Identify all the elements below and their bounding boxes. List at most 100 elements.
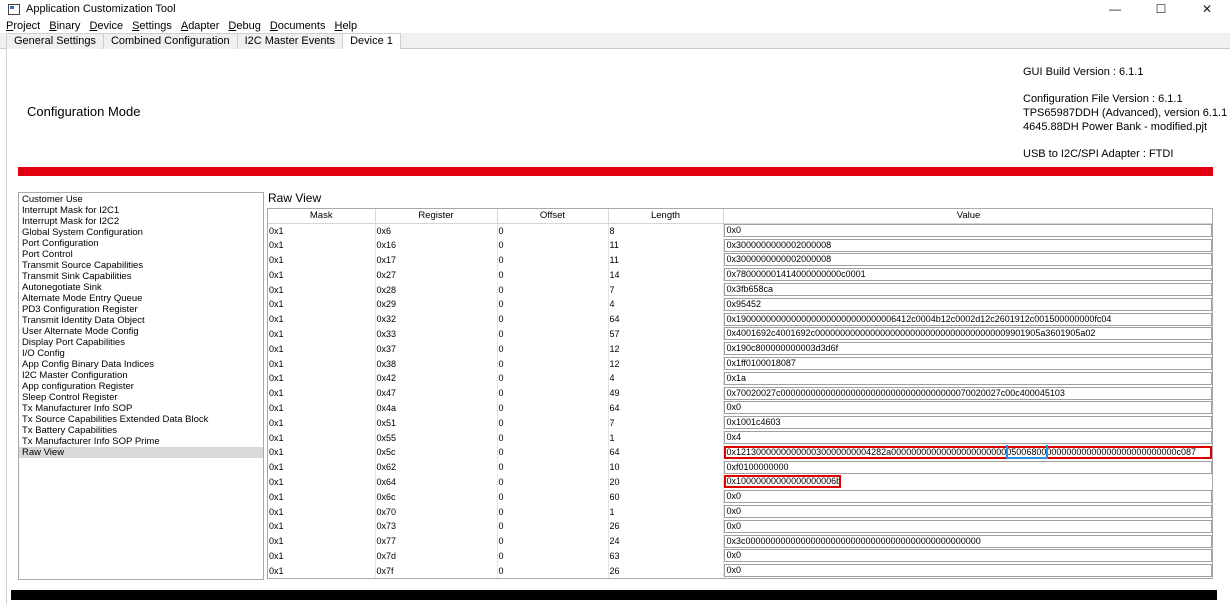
value-input[interactable]: 0x4001692c4001692c0000000000000000000000…: [723, 327, 1212, 341]
nav-item-tx-manufacturer-info-sop-prime[interactable]: Tx Manufacturer Info SOP Prime: [19, 436, 263, 447]
cell-register: 0x42: [375, 370, 498, 386]
value-input[interactable]: 0x0: [723, 401, 1212, 415]
cell-register: 0x37: [375, 341, 498, 357]
menu-item-settings[interactable]: Settings: [132, 20, 172, 32]
nav-item-app-configuration-register[interactable]: App configuration Register: [19, 381, 263, 392]
gui-build-version: GUI Build Version : 6.1.1: [1023, 66, 1144, 78]
cell-value: 0x1001c4603: [723, 415, 1212, 430]
cell-offset: 0: [497, 533, 609, 549]
cell-mask: 0x1: [268, 400, 376, 416]
value-input[interactable]: 0x0: [723, 505, 1212, 519]
menu-label: evice: [97, 19, 124, 32]
cell-register: 0x55: [375, 430, 498, 445]
cell-register: 0x62: [375, 459, 498, 475]
nav-item-port-configuration[interactable]: Port Configuration: [19, 238, 263, 249]
nav-item-display-port-capabilities[interactable]: Display Port Capabilities: [19, 337, 263, 348]
tab-i2c-master-events[interactable]: I2C Master Events: [236, 33, 344, 49]
value-input[interactable]: 0x3fb658ca: [723, 283, 1212, 297]
config-category-list[interactable]: Customer Use Interrupt Mask for I2C1 Inter…: [18, 192, 264, 580]
value-input[interactable]: 0x190c800000000003d3d6f: [723, 342, 1212, 356]
tab-combined-configuration[interactable]: Combined Configuration: [102, 33, 238, 49]
cell-length: 64: [608, 444, 724, 460]
cell-length: 4: [608, 370, 724, 386]
nav-item-autonegotiate-sink[interactable]: Autonegotiate Sink: [19, 282, 263, 293]
menu-item-help[interactable]: Help: [334, 20, 357, 32]
column-header-offset[interactable]: Offset: [497, 209, 609, 224]
value-input[interactable]: 0x95452: [723, 297, 1212, 311]
nav-item-transmit-source-capabilities[interactable]: Transmit Source Capabilities: [19, 260, 263, 271]
value-input[interactable]: 0x3000000000002000008: [723, 238, 1212, 252]
menu-item-device[interactable]: Device: [89, 20, 123, 32]
cell-length: 14: [608, 267, 724, 283]
table-row: 0x1 0x77 0 24 0x3c00000000000000000000000000…: [268, 533, 1212, 549]
value-input[interactable]: 0x10000000000000000006b: [723, 475, 841, 489]
nav-item-interrupt-mask-for-i2c2[interactable]: Interrupt Mask for I2C2: [19, 216, 263, 227]
value-input[interactable]: 0x1001c4603: [723, 416, 1212, 430]
nav-item-interrupt-mask-for-i2c1[interactable]: Interrupt Mask for I2C1: [19, 205, 263, 216]
nav-item-port-control[interactable]: Port Control: [19, 249, 263, 260]
cell-offset: 0: [497, 296, 609, 312]
cell-mask: 0x1: [268, 370, 376, 386]
value-input[interactable]: 0x70020027c00000000000000000000000000000…: [723, 386, 1212, 400]
value-input[interactable]: 0x1a: [723, 371, 1212, 385]
nav-item-transmit-identity-data-object[interactable]: Transmit Identity Data Object: [19, 315, 263, 326]
value-input[interactable]: 0x121300000000000030000000004282a0000000…: [723, 445, 1212, 459]
cell-length: 8: [608, 223, 724, 238]
cell-value: 0x19000000000000000000000000000006412c00…: [723, 312, 1212, 327]
menu-item-project[interactable]: Project: [6, 20, 40, 32]
nav-item-raw-view[interactable]: Raw View: [19, 447, 263, 458]
cell-value: 0x3c000000000000000000000000000000000000…: [723, 534, 1212, 549]
value-input[interactable]: 0x3c000000000000000000000000000000000000…: [723, 534, 1212, 548]
close-icon[interactable]: ✕: [1184, 0, 1230, 18]
table-row: 0x1 0x5c 0 64 0x1213000000000000300000000042…: [268, 444, 1212, 460]
nav-item-i2c-master-configuration[interactable]: I2C Master Configuration: [19, 370, 263, 381]
menu-item-debug[interactable]: Debug: [228, 20, 260, 32]
raw-view-grid[interactable]: Mask Register Offset Length Value 0x1 0x6 0 8 0x…: [267, 208, 1213, 579]
value-input[interactable]: 0x0: [723, 564, 1212, 578]
column-header-mask[interactable]: Mask: [268, 209, 376, 224]
menu-label: dapter: [188, 19, 220, 32]
menu-item-adapter[interactable]: Adapter: [181, 20, 220, 32]
tab-general-settings[interactable]: General Settings: [6, 33, 104, 49]
maximize-icon[interactable]: ☐: [1138, 0, 1184, 18]
value-input[interactable]: 0xf0100000000: [723, 460, 1212, 474]
nav-item-customer-use[interactable]: Customer Use: [19, 194, 263, 205]
nav-item-app-config-binary-data-indices[interactable]: App Config Binary Data Indices: [19, 359, 263, 370]
nav-item-alternate-mode-entry-queue[interactable]: Alternate Mode Entry Queue: [19, 293, 263, 304]
value-input[interactable]: 0x0: [723, 549, 1212, 563]
nav-item-i-o-config[interactable]: I/O Config: [19, 348, 263, 359]
nav-item-tx-source-capabilities-extended-data-block[interactable]: Tx Source Capabilities Extended Data Blo…: [19, 414, 263, 425]
column-header-value[interactable]: Value: [723, 209, 1212, 224]
table-row: 0x1 0x6 0 8 0x0: [268, 223, 1212, 238]
column-header-register[interactable]: Register: [375, 209, 498, 224]
nav-item-pd3-configuration-register[interactable]: PD3 Configuration Register: [19, 304, 263, 315]
grid-header: Mask Register Offset Length Value: [268, 209, 1212, 224]
cell-length: 64: [608, 400, 724, 416]
cell-register: 0x51: [375, 415, 498, 431]
nav-item-transmit-sink-capabilities[interactable]: Transmit Sink Capabilities: [19, 271, 263, 282]
value-input[interactable]: 0x0: [723, 519, 1212, 533]
value-input[interactable]: 0x0: [723, 490, 1212, 504]
nav-item-user-alternate-mode-config[interactable]: User Alternate Mode Config: [19, 326, 263, 337]
nav-item-sleep-control-register[interactable]: Sleep Control Register: [19, 392, 263, 403]
cell-length: 26: [608, 518, 724, 534]
menu-item-documents[interactable]: Documents: [270, 20, 326, 32]
table-row: 0x1 0x28 0 7 0x3fb658ca: [268, 282, 1212, 297]
cell-offset: 0: [497, 400, 609, 416]
value-input[interactable]: 0x780000001414000000000c0001: [723, 268, 1212, 282]
value-input[interactable]: 0x1ff0100018087: [723, 357, 1212, 371]
nav-item-tx-battery-capabilities[interactable]: Tx Battery Capabilities: [19, 425, 263, 436]
value-input[interactable]: 0x4: [723, 431, 1212, 445]
cell-register: 0x77: [375, 533, 498, 549]
cell-register: 0x73: [375, 518, 498, 534]
value-input[interactable]: 0x19000000000000000000000000000006412c00…: [723, 312, 1212, 326]
value-input[interactable]: 0x0: [723, 224, 1212, 238]
value-input[interactable]: 0x3000000000002000008: [723, 253, 1212, 267]
column-header-length[interactable]: Length: [608, 209, 724, 224]
nav-item-tx-manufacturer-info-sop[interactable]: Tx Manufacturer Info SOP: [19, 403, 263, 414]
menu-item-binary[interactable]: Binary: [49, 20, 80, 32]
minimize-icon[interactable]: —: [1092, 0, 1138, 18]
nav-item-global-system-configuration[interactable]: Global System Configuration: [19, 227, 263, 238]
tab-device-1[interactable]: Device 1: [342, 33, 401, 50]
cell-value: 0x0: [723, 519, 1212, 534]
